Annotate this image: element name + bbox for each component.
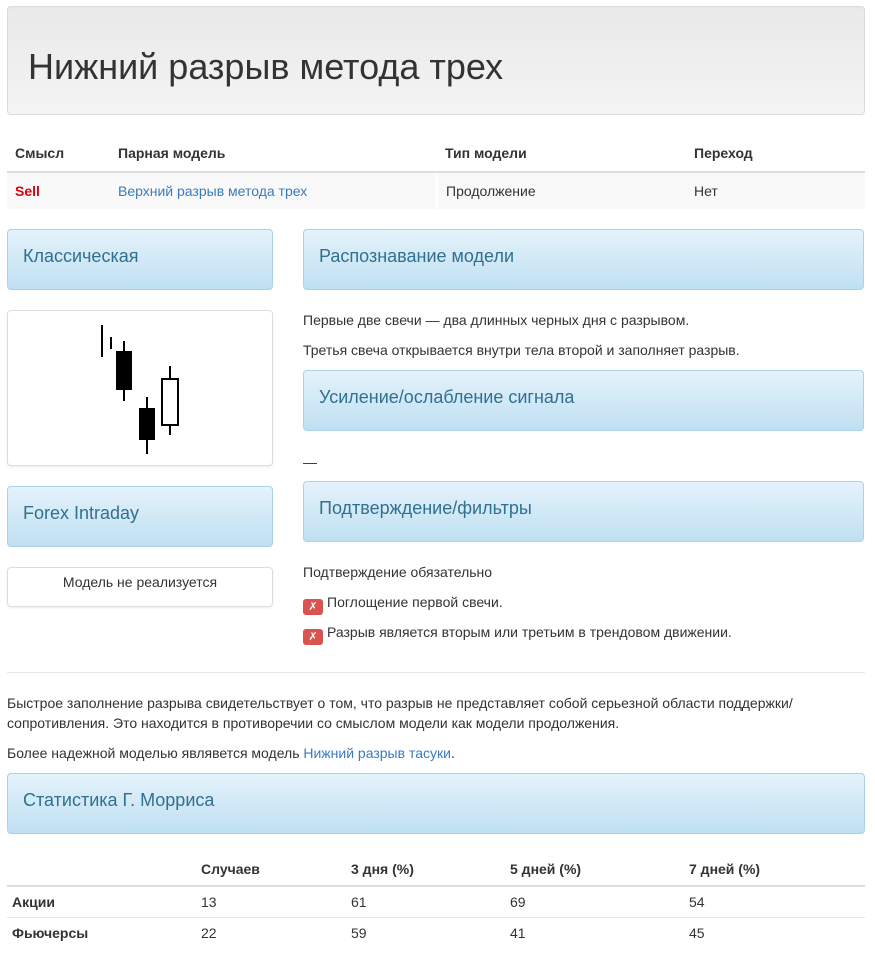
header-transition: Переход (686, 134, 865, 173)
stats-row-label: Фьючерсы (12, 924, 89, 941)
stats-table: Случаев 3 дня (%) 5 дней (%) 7 дней (%) … (7, 852, 865, 948)
page-title: Нижний разрыв метода трех (28, 46, 504, 87)
stats-cell: 69 (505, 886, 684, 918)
stats-header-5days: 5 дней (%) (505, 852, 684, 887)
info-table-header-row: Смысл Парная модель Тип модели Переход (7, 134, 865, 173)
table-row: Акции 13 61 69 54 (7, 886, 865, 918)
page-header: Нижний разрыв метода трех (7, 6, 865, 115)
recognition-panel-heading: Распознавание модели (303, 229, 864, 290)
alternative-suffix: . (450, 745, 455, 761)
header-paired-model: Парная модель (110, 134, 437, 173)
section-divider (7, 672, 865, 673)
stats-cell: 54 (684, 886, 865, 918)
stats-heading-text: Статистика Г. Морриса (23, 790, 215, 810)
stats-header-3days: 3 дня (%) (346, 852, 505, 887)
stats-row-label: Акции (7, 886, 196, 918)
recognition-heading-text: Распознавание модели (319, 246, 515, 266)
cross-icon: ✗ (303, 599, 323, 615)
paired-model-link[interactable]: Верхний разрыв метода трех (110, 172, 437, 209)
confirm-heading-text: Подтверждение/фильтры (319, 498, 532, 518)
filter-item-2-text: Разрыв является вторым или третьим в тре… (327, 624, 732, 640)
stats-header-7days: 7 дней (%) (684, 852, 865, 887)
classic-panel-heading: Классическая (7, 229, 273, 290)
model-type-value: Продолжение (436, 172, 686, 209)
stats-panel-heading: Статистика Г. Морриса (7, 773, 865, 834)
filter-item-2: ✗ Разрыв является вторым или третьим в тр… (303, 622, 732, 645)
stats-cell: 61 (346, 886, 505, 918)
info-table: Смысл Парная модель Тип модели Переход S… (7, 134, 865, 209)
stats-cell: 59 (351, 924, 367, 941)
confirm-panel-heading: Подтверждение/фильтры (303, 481, 864, 542)
signal-panel-heading: Усиление/ослабление сигнала (303, 370, 864, 431)
stats-cell: 13 (196, 886, 346, 918)
alternative-model-link[interactable]: Нижний разрыв тасуки (303, 745, 451, 761)
signal-heading-text: Усиление/ослабление сигнала (319, 387, 575, 407)
forex-heading-text: Forex Intraday (23, 503, 140, 523)
alternative-paragraph: Более надежной моделью являвется модель … (7, 743, 865, 763)
stats-header-row: Случаев 3 дня (%) 5 дней (%) 7 дней (%) (7, 852, 865, 887)
info-table-row: Sell Верхний разрыв метода трех Продолже… (7, 172, 865, 209)
filter-item-1: ✗ Поглощение первой свечи. (303, 592, 503, 615)
filter-item-1-text: Поглощение первой свечи. (327, 594, 503, 610)
classic-heading-text: Классическая (23, 246, 139, 266)
header-model-type: Тип модели (437, 134, 686, 173)
candlestick-chart-icon (101, 325, 179, 454)
confirm-text: Подтверждение обязательно (303, 564, 493, 580)
forex-panel-heading: Forex Intraday (7, 486, 273, 547)
stats-cell: 41 (510, 924, 526, 941)
cross-icon: ✗ (303, 629, 323, 645)
stats-header-empty (7, 852, 196, 887)
candlestick-pattern-image (7, 310, 273, 466)
description-paragraph: Быстрое заполнение разрыва свидетельству… (7, 695, 793, 731)
stats-header-cases: Случаев (196, 852, 346, 887)
meaning-value: Sell (7, 172, 110, 209)
header-meaning: Смысл (7, 134, 110, 173)
recognition-line-2: Третья свеча открывается внутри тела вто… (303, 342, 740, 358)
recognition-line-1: Первые две свечи — два длинных черных дн… (303, 312, 690, 328)
stats-cell: 45 (689, 924, 705, 941)
forex-note-text: Модель не реализуется (62, 574, 218, 590)
table-row: Фьючерсы 22 59 41 45 (7, 917, 865, 948)
stats-cell: 22 (201, 924, 217, 941)
signal-text: — (303, 454, 317, 470)
transition-value: Нет (686, 172, 865, 209)
alternative-prefix: Более надежной моделью являвется модель (7, 745, 304, 761)
forex-note-box: Модель не реализуется (7, 567, 273, 607)
